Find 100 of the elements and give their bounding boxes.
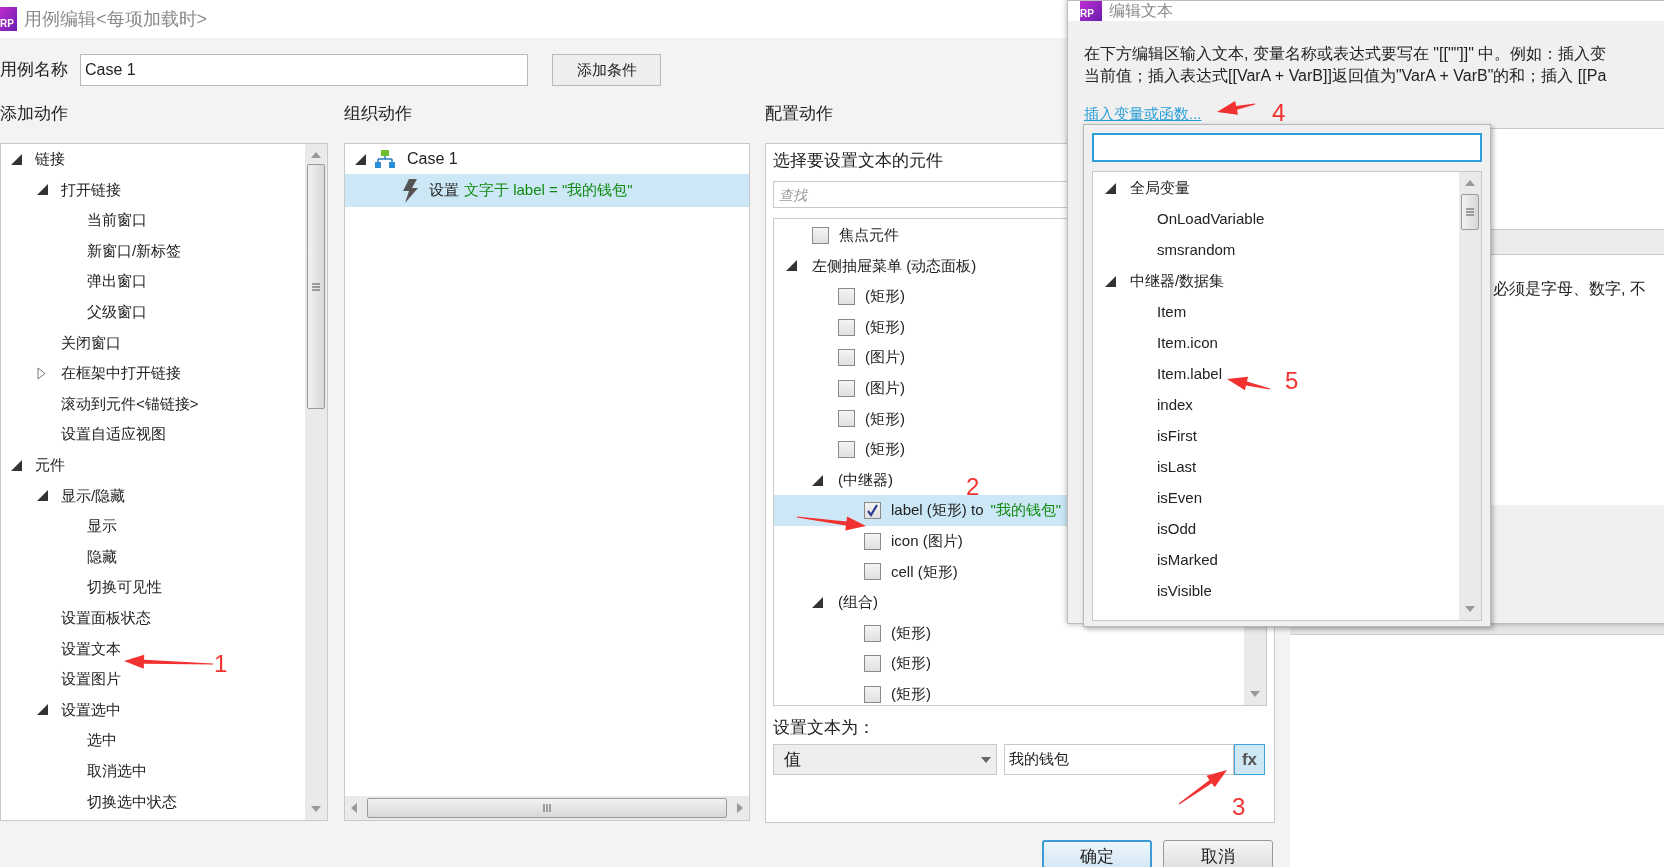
- variable-item[interactable]: smsrandom: [1157, 239, 1236, 262]
- checkbox[interactable]: [864, 502, 881, 520]
- tree-toggle-icon[interactable]: [812, 474, 823, 486]
- widget-group-label[interactable]: 左侧抽屉菜单 (动态面板): [812, 254, 977, 278]
- variable-item[interactable]: Item.icon: [1157, 332, 1218, 355]
- variable-item[interactable]: index: [1157, 394, 1193, 417]
- action-item[interactable]: 元件: [35, 454, 65, 477]
- widget-label: (矩形): [865, 408, 905, 429]
- tree-toggle-icon[interactable]: [812, 596, 823, 608]
- action-item[interactable]: 关闭窗口: [61, 331, 121, 355]
- checkbox[interactable]: [864, 685, 881, 703]
- action-verb: 设置: [429, 180, 459, 201]
- horizontal-scrollbar[interactable]: [345, 796, 749, 820]
- scroll-down-icon[interactable]: [1250, 691, 1260, 697]
- checkbox[interactable]: [838, 440, 855, 458]
- scrollbar-thumb[interactable]: [307, 164, 325, 409]
- tree-toggle-icon[interactable]: [11, 459, 22, 471]
- widget-label: label (矩形) to: [891, 500, 984, 521]
- action-item[interactable]: 父级窗口: [87, 301, 147, 324]
- checkbox[interactable]: [838, 410, 855, 428]
- action-item[interactable]: 隐藏: [87, 545, 117, 569]
- dialog-button[interactable]: 取消: [1163, 840, 1273, 867]
- action-row[interactable]: 设置 文字于 label = "我的钱包": [345, 174, 749, 207]
- action-item[interactable]: 链接: [35, 148, 65, 171]
- action-item[interactable]: 滚动到元件<锚链接>: [61, 392, 199, 416]
- tree-toggle-icon[interactable]: [355, 153, 366, 165]
- variable-item[interactable]: isVisible: [1157, 580, 1212, 603]
- tree-toggle-icon[interactable]: [37, 704, 48, 716]
- value-field[interactable]: 我的钱包: [1004, 744, 1234, 775]
- checkbox[interactable]: [864, 563, 881, 581]
- action-item[interactable]: 新窗口/新标签: [87, 239, 182, 263]
- variable-search-field[interactable]: [1092, 133, 1482, 162]
- action-item[interactable]: 显示/隐藏: [61, 484, 126, 508]
- fx-button[interactable]: fx: [1234, 744, 1265, 775]
- scroll-left-icon[interactable]: [351, 803, 357, 813]
- widget-heading: 选择要设置文本的元件: [773, 150, 944, 172]
- scrollbar-thumb[interactable]: [1461, 194, 1479, 230]
- widget-group-label[interactable]: (组合): [838, 591, 878, 614]
- tree-toggle-icon[interactable]: [1105, 276, 1116, 287]
- checkbox[interactable]: [864, 532, 881, 550]
- tree-toggle-icon[interactable]: [37, 184, 48, 196]
- scroll-up-icon[interactable]: [311, 152, 321, 158]
- action-item[interactable]: 弹出窗口: [87, 270, 147, 293]
- case-name-label: 用例名称: [0, 59, 69, 82]
- annotation-number: 5: [1285, 368, 1299, 394]
- annotation-arrow: [1217, 101, 1256, 115]
- widget-label: 焦点元件: [839, 225, 899, 246]
- scrollbar[interactable]: [305, 144, 327, 820]
- action-item[interactable]: 设置面板状态: [61, 606, 151, 630]
- variable-item[interactable]: isFirst: [1157, 425, 1197, 448]
- scroll-down-icon[interactable]: [1465, 606, 1475, 612]
- checkbox[interactable]: [838, 379, 855, 397]
- action-item[interactable]: 选中: [87, 729, 117, 752]
- widget-group-label[interactable]: (中继器): [838, 468, 893, 492]
- hint-text: 必须是字母、数字, 不: [1493, 280, 1646, 297]
- action-item[interactable]: 设置自适应视图: [61, 423, 166, 446]
- tree-toggle-icon[interactable]: [11, 153, 22, 165]
- checkbox[interactable]: [812, 226, 829, 244]
- widget-row[interactable]: (矩形): [774, 648, 1244, 679]
- widget-row[interactable]: (矩形): [774, 617, 1244, 649]
- scroll-up-icon[interactable]: [1465, 180, 1475, 186]
- checkbox[interactable]: [838, 318, 855, 336]
- action-item[interactable]: 设置图片: [61, 668, 121, 691]
- checkbox[interactable]: [838, 349, 855, 367]
- action-item[interactable]: 切换可见性: [87, 576, 162, 599]
- scrollbar-thumb[interactable]: [367, 798, 727, 818]
- checkbox[interactable]: [864, 655, 881, 673]
- variable-item[interactable]: Item: [1157, 301, 1187, 324]
- action-item[interactable]: 设置选中: [61, 698, 121, 722]
- action-item[interactable]: 设置文本: [61, 637, 121, 661]
- dialog-button[interactable]: 确定: [1042, 840, 1152, 867]
- tree-toggle-icon[interactable]: [37, 366, 46, 380]
- scroll-right-icon[interactable]: [737, 803, 743, 813]
- widget-value: "我的钱包": [990, 500, 1062, 521]
- flow-icon: [375, 150, 395, 168]
- variable-item[interactable]: isMarked: [1157, 549, 1218, 572]
- action-item[interactable]: 打开链接: [61, 178, 121, 202]
- variable-item[interactable]: 中继器/数据集: [1130, 270, 1225, 293]
- add-condition-button[interactable]: 添加条件: [552, 54, 661, 86]
- tree-toggle-icon[interactable]: [1105, 183, 1116, 194]
- tree-toggle-icon[interactable]: [37, 490, 48, 502]
- case-name-field[interactable]: Case 1: [80, 54, 528, 86]
- tree-toggle-icon[interactable]: [786, 260, 797, 272]
- scrollbar[interactable]: [1459, 172, 1481, 620]
- value-type-dropdown[interactable]: 值: [773, 744, 997, 775]
- variable-item[interactable]: Item.label: [1157, 363, 1223, 386]
- widget-row[interactable]: (矩形): [774, 678, 1244, 705]
- action-item[interactable]: 取消选中: [87, 759, 147, 783]
- variable-item[interactable]: isLast: [1157, 456, 1197, 479]
- action-item[interactable]: 在框架中打开链接: [61, 362, 181, 385]
- variable-item[interactable]: OnLoadVariable: [1157, 208, 1265, 231]
- action-item[interactable]: 当前窗口: [87, 209, 147, 232]
- checkbox[interactable]: [838, 288, 855, 305]
- scroll-down-icon[interactable]: [311, 806, 321, 812]
- annotation-arrow: [1178, 770, 1227, 805]
- case-label[interactable]: Case 1: [407, 147, 458, 171]
- annotation-number: 4: [1272, 100, 1286, 126]
- action-item[interactable]: 切换选中状态: [87, 790, 177, 813]
- checkbox[interactable]: [864, 624, 881, 642]
- action-item[interactable]: 显示: [87, 515, 117, 538]
